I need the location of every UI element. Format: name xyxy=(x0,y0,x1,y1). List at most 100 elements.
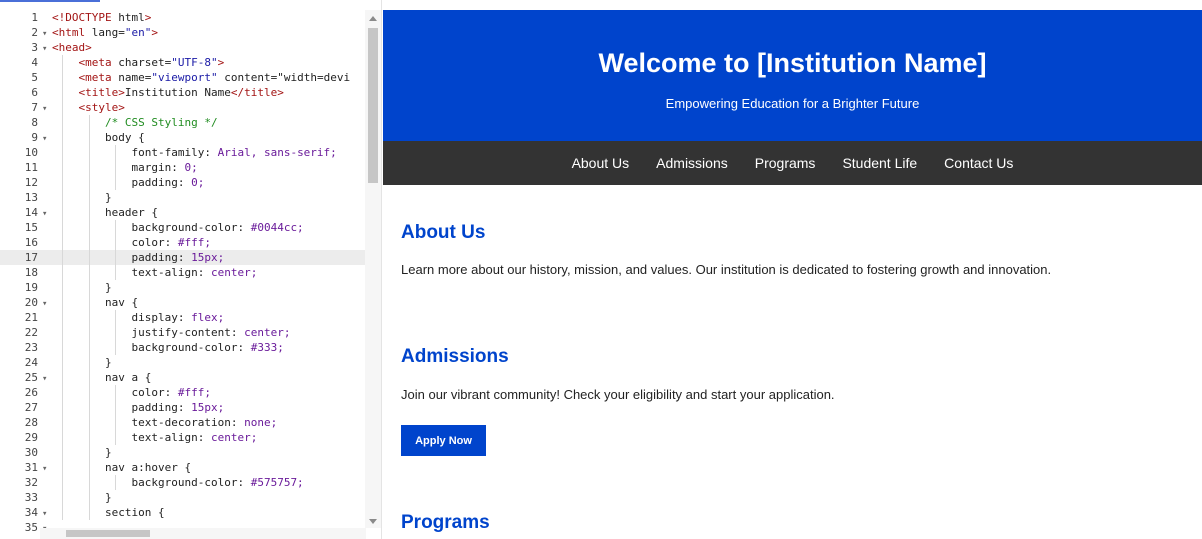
code-line[interactable]: 31 ▾ nav a:hover { xyxy=(0,460,366,475)
section-text-about-us: Learn more about our history, mission, a… xyxy=(401,262,1052,277)
line-number: 23 xyxy=(24,341,38,354)
apply-now-button[interactable]: Apply Now xyxy=(401,425,486,456)
site-title: Welcome to [Institution Name] xyxy=(598,48,987,78)
code-text: section { xyxy=(52,506,165,519)
indent-guide xyxy=(62,100,63,115)
editor-active-indicator xyxy=(0,0,100,2)
code-line[interactable]: 18 text-align: center; xyxy=(0,265,366,280)
code-line[interactable]: 28 text-decoration: none; xyxy=(0,415,366,430)
indent-guide xyxy=(62,280,63,295)
indent-guide xyxy=(62,475,63,490)
indent-guide xyxy=(88,190,90,205)
code-line[interactable]: 20 ▾ nav { xyxy=(0,295,366,310)
line-number: 26 xyxy=(24,386,38,399)
indent-guide xyxy=(62,175,63,190)
code-line[interactable]: 3 ▾ <head> xyxy=(0,40,366,55)
indent-guide xyxy=(88,205,90,220)
code-text: /* CSS Styling */ xyxy=(52,116,218,129)
code-line[interactable]: 2 ▾ <html lang="en"> xyxy=(0,25,366,40)
code-line[interactable]: 29 text-align: center; xyxy=(0,430,366,445)
code-line[interactable]: 10 font-family: Arial, sans-serif; xyxy=(0,145,366,160)
code-text: <!DOCTYPE html> xyxy=(52,11,152,24)
code-line[interactable]: 8 /* CSS Styling */ xyxy=(0,115,366,130)
code-line[interactable]: 19 } xyxy=(0,280,366,295)
line-number: 12 xyxy=(24,176,38,189)
code-line[interactable]: 5 <meta name="viewport" content="width=d… xyxy=(0,70,366,85)
section-title-admissions: Admissions xyxy=(401,346,509,367)
indent-guide xyxy=(62,310,63,325)
scrollbar-thumb[interactable] xyxy=(368,28,378,183)
nav-link-programs[interactable]: Programs xyxy=(741,141,829,185)
indent-guide xyxy=(62,205,63,220)
code-line[interactable]: 15 background-color: #0044cc; xyxy=(0,220,366,235)
editor-vertical-scrollbar[interactable] xyxy=(365,10,381,528)
code-text: background-color: #575757; xyxy=(131,476,304,489)
line-number: 5 xyxy=(31,71,38,84)
code-line[interactable]: 1 <!DOCTYPE html> xyxy=(0,10,366,25)
section-title-about-us: About Us xyxy=(401,222,486,243)
indent-guide xyxy=(62,325,63,340)
editor-horizontal-scrollbar[interactable] xyxy=(40,528,366,539)
scroll-up-arrow-icon[interactable] xyxy=(369,16,377,21)
code-text: header { xyxy=(52,206,158,219)
code-text: <meta charset="UTF-8"> xyxy=(78,56,225,69)
nav-link-student-life[interactable]: Student Life xyxy=(829,141,931,185)
code-text: text-decoration: none; xyxy=(131,416,278,429)
indent-guide xyxy=(115,310,116,325)
section-title-programs: Programs xyxy=(401,512,490,533)
code-line[interactable]: 14 ▾ header { xyxy=(0,205,366,220)
code-line[interactable]: 12 padding: 0; xyxy=(0,175,366,190)
code-lines[interactable]: 1 <!DOCTYPE html> 2 ▾ <html lang="en"> 3 ▾ <he… xyxy=(0,10,366,535)
code-text: } xyxy=(52,491,112,504)
code-line[interactable]: 6 <title>Institution Name</title> xyxy=(0,85,366,100)
line-number: 20 xyxy=(24,296,38,309)
code-line[interactable]: 4 <meta charset="UTF-8"> xyxy=(0,55,366,70)
indent-guide xyxy=(62,130,63,145)
indent-guide xyxy=(62,490,63,505)
code-line[interactable]: 33 } xyxy=(0,490,366,505)
code-editor[interactable]: 1 <!DOCTYPE html> 2 ▾ <html lang="en"> 3 ▾ <he… xyxy=(0,0,382,539)
scrollbar-thumb[interactable] xyxy=(66,530,150,537)
line-number: 27 xyxy=(24,401,38,414)
indent-guide xyxy=(115,325,116,340)
code-line[interactable]: 9 ▾ body { xyxy=(0,130,366,145)
indent-guide xyxy=(88,385,90,400)
code-line[interactable]: 17 padding: 15px; xyxy=(0,250,366,265)
nav-link-admissions[interactable]: Admissions xyxy=(643,141,742,185)
line-number: 33 xyxy=(24,491,38,504)
code-line[interactable]: 11 margin: 0; xyxy=(0,160,366,175)
code-line[interactable]: 24 } xyxy=(0,355,366,370)
code-line[interactable]: 27 padding: 15px; xyxy=(0,400,366,415)
code-text: padding: 0; xyxy=(131,176,205,189)
code-line[interactable]: 23 background-color: #333; xyxy=(0,340,366,355)
code-line[interactable]: 22 justify-content: center; xyxy=(0,325,366,340)
indent-guide xyxy=(88,160,90,175)
code-line[interactable]: 32 background-color: #575757; xyxy=(0,475,366,490)
line-number: 9 xyxy=(31,131,38,144)
nav-link-contact-us[interactable]: Contact Us xyxy=(931,141,1027,185)
indent-guide xyxy=(62,145,63,160)
line-number: 18 xyxy=(24,266,38,279)
code-line[interactable]: 7 ▾ <style> xyxy=(0,100,366,115)
indent-guide xyxy=(115,250,116,265)
indent-guide xyxy=(62,55,63,70)
line-number: 10 xyxy=(24,146,38,159)
code-line[interactable]: 30 } xyxy=(0,445,366,460)
code-line[interactable]: 16 color: #fff; xyxy=(0,235,366,250)
indent-guide xyxy=(62,355,63,370)
code-line[interactable]: 21 display: flex; xyxy=(0,310,366,325)
code-line[interactable]: 34 ▾ section { xyxy=(0,505,366,520)
indent-guide xyxy=(88,490,90,505)
line-number: 14 xyxy=(24,206,38,219)
indent-guide xyxy=(115,430,116,445)
nav-link-about-us[interactable]: About Us xyxy=(558,141,643,185)
code-line[interactable]: 13 } xyxy=(0,190,366,205)
scroll-down-arrow-icon[interactable] xyxy=(369,519,377,524)
code-text: padding: 15px; xyxy=(131,251,225,264)
indent-guide xyxy=(62,505,63,520)
code-line[interactable]: 26 color: #fff; xyxy=(0,385,366,400)
indent-guide xyxy=(88,340,90,355)
code-line[interactable]: 25 ▾ nav a { xyxy=(0,370,366,385)
line-number: 6 xyxy=(31,86,38,99)
site-header: Welcome to [Institution Name] Empowering… xyxy=(383,10,1202,141)
